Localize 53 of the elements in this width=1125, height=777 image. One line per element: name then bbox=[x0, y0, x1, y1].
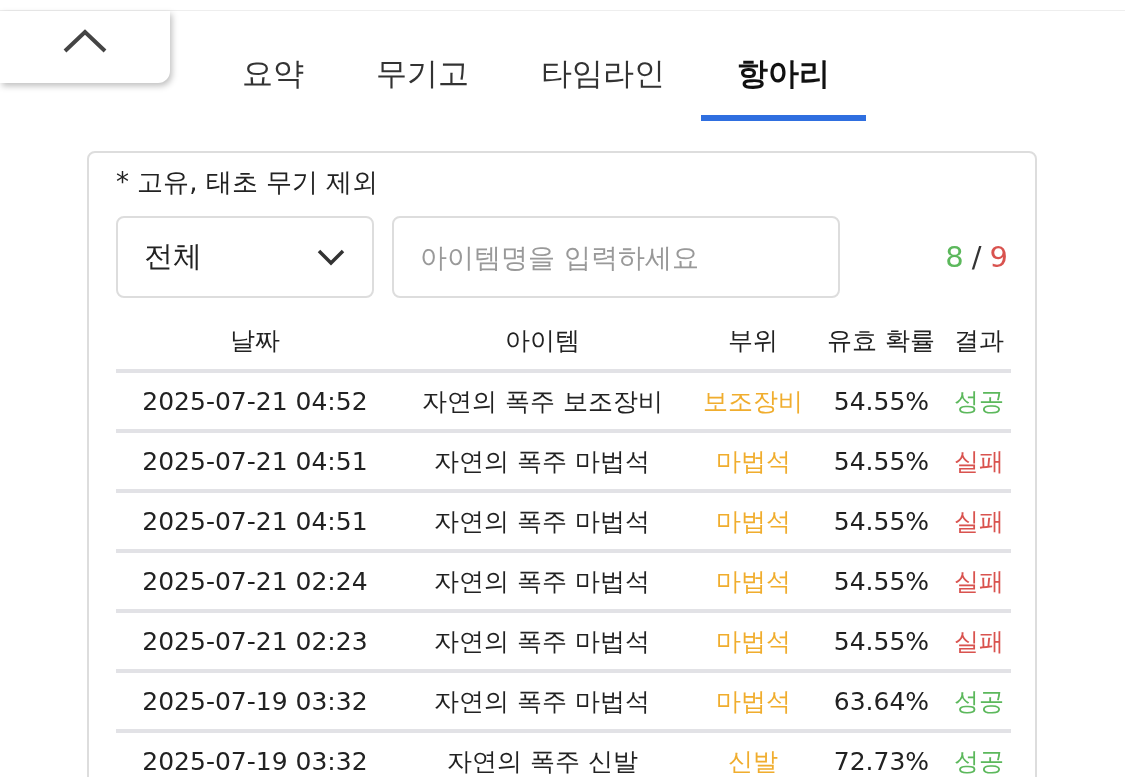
item-cell: 자연의 폭주 마법석 bbox=[393, 611, 691, 671]
result-cell: 성공 bbox=[947, 671, 1011, 731]
date-cell: 2025-07-19 03:32 bbox=[116, 671, 394, 731]
probability-cell: 54.55% bbox=[815, 491, 948, 551]
column-header: 날짜 bbox=[116, 318, 394, 371]
date-cell: 2025-07-21 02:23 bbox=[116, 611, 394, 671]
result-cell: 실패 bbox=[947, 431, 1011, 491]
result-cell: 실패 bbox=[947, 491, 1011, 551]
collapse-button[interactable] bbox=[0, 11, 170, 83]
result-cell: 실패 bbox=[947, 551, 1011, 611]
column-header: 유효 확률 bbox=[815, 318, 948, 371]
item-cell: 자연의 폭주 마법석 bbox=[393, 551, 691, 611]
item-cell: 자연의 폭주 보조장비 bbox=[393, 371, 691, 431]
date-cell: 2025-07-19 03:32 bbox=[116, 731, 394, 777]
success-count: 8 bbox=[945, 240, 964, 274]
result-cell: 성공 bbox=[947, 731, 1011, 777]
part-cell: 마법석 bbox=[690, 551, 816, 611]
result-cell: 실패 bbox=[947, 611, 1011, 671]
tab[interactable]: 무기고 bbox=[340, 41, 505, 121]
probability-cell: 54.55% bbox=[815, 431, 948, 491]
count-separator: / bbox=[971, 240, 982, 274]
result-cell: 성공 bbox=[947, 371, 1011, 431]
date-cell: 2025-07-21 04:51 bbox=[116, 431, 394, 491]
probability-cell: 54.55% bbox=[815, 371, 948, 431]
item-cell: 자연의 폭주 마법석 bbox=[393, 491, 691, 551]
part-cell: 마법석 bbox=[690, 491, 816, 551]
probability-cell: 54.55% bbox=[815, 611, 948, 671]
tab[interactable]: 타임라인 bbox=[505, 41, 701, 121]
tab[interactable]: 항아리 bbox=[701, 41, 866, 121]
item-cell: 자연의 폭주 신발 bbox=[393, 731, 691, 777]
item-cell: 자연의 폭주 마법석 bbox=[393, 431, 691, 491]
column-header: 아이템 bbox=[393, 318, 691, 371]
part-cell: 마법석 bbox=[690, 671, 816, 731]
date-cell: 2025-07-21 02:24 bbox=[116, 551, 394, 611]
item-cell: 자연의 폭주 마법석 bbox=[393, 671, 691, 731]
note-text: * 고유, 태초 무기 제외 bbox=[116, 166, 380, 199]
chevron-up-icon bbox=[62, 28, 108, 54]
date-cell: 2025-07-21 04:51 bbox=[116, 491, 394, 551]
probability-cell: 63.64% bbox=[815, 671, 948, 731]
part-cell: 보조장비 bbox=[690, 371, 816, 431]
column-header: 부위 bbox=[690, 318, 816, 371]
probability-cell: 54.55% bbox=[815, 551, 948, 611]
part-cell: 신발 bbox=[690, 731, 816, 777]
probability-cell: 72.73% bbox=[815, 731, 948, 777]
filter-dropdown[interactable]: 전체 bbox=[116, 216, 374, 298]
search-field[interactable]: 아이템명을 입력하세요 bbox=[392, 216, 840, 298]
date-cell: 2025-07-21 04:52 bbox=[116, 371, 394, 431]
column-header: 결과 bbox=[947, 318, 1011, 371]
chevron-down-icon bbox=[316, 248, 346, 266]
fail-count: 9 bbox=[989, 240, 1008, 274]
part-cell: 마법석 bbox=[690, 431, 816, 491]
part-cell: 마법석 bbox=[690, 611, 816, 671]
tab[interactable]: 요약 bbox=[206, 41, 340, 121]
